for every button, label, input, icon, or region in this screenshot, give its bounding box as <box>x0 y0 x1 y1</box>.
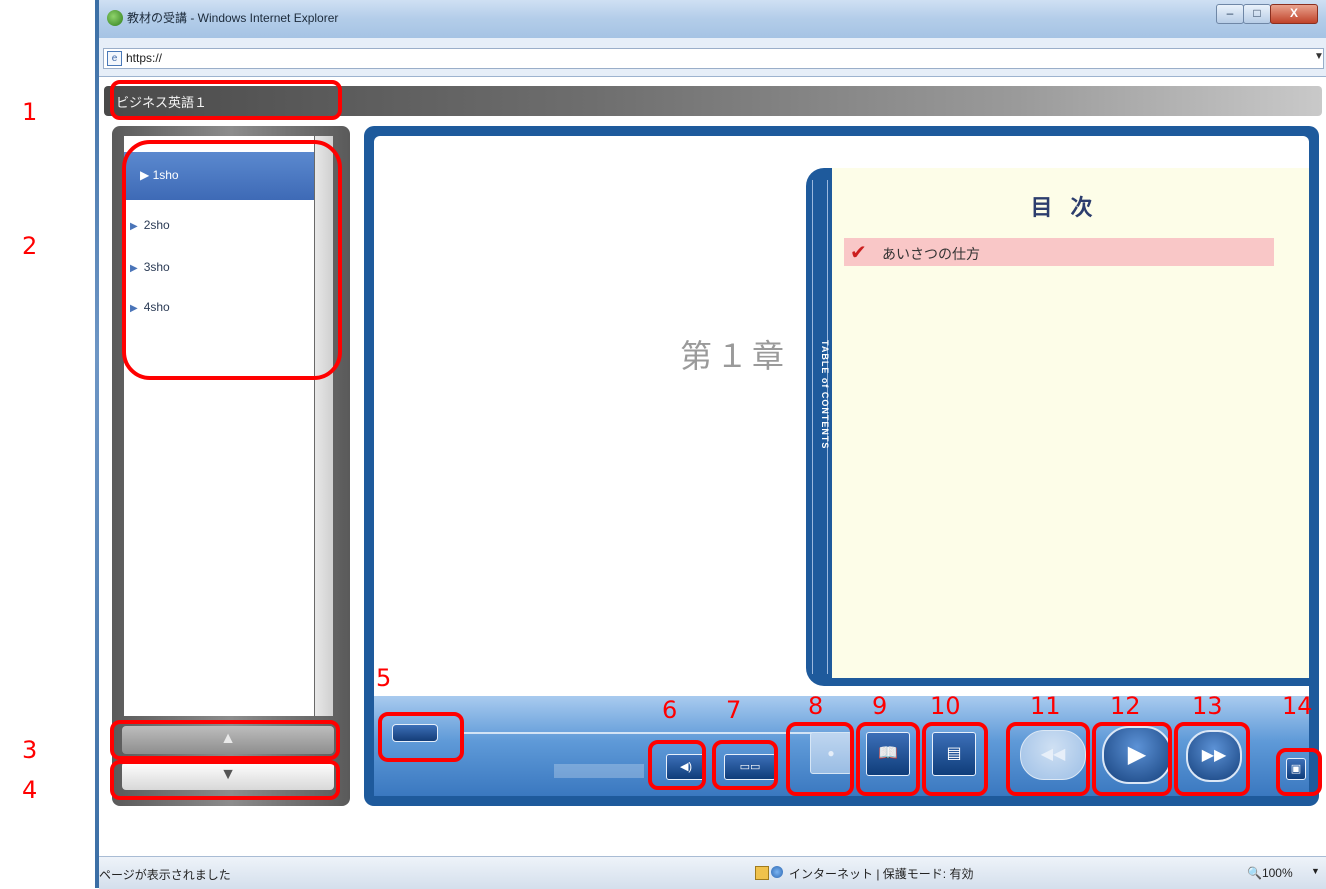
annotation-box-4 <box>110 760 340 800</box>
annotation-label-11: 11 <box>1030 692 1061 720</box>
minimize-button[interactable]: – <box>1216 4 1244 24</box>
annotation-box-3 <box>110 720 340 760</box>
chapter-title: 第１章 <box>680 338 789 374</box>
annotation-label-4: 4 <box>22 776 38 804</box>
zoom-dropdown-icon[interactable]: ▼ <box>1311 866 1320 876</box>
address-dropdown-icon[interactable]: ▼ <box>1314 51 1324 62</box>
window-title: 教材の受講 - Windows Internet Explorer <box>127 11 339 25</box>
annotation-label-7: 7 <box>726 696 742 724</box>
annotation-box-6 <box>648 740 706 790</box>
toc-item-label: あいさつの仕方 <box>882 246 980 262</box>
annotation-box-7 <box>712 740 778 790</box>
address-input[interactable]: e https:// ▼ <box>103 48 1324 69</box>
annotation-label-1: 1 <box>22 98 38 126</box>
annotation-label-13: 13 <box>1192 692 1223 720</box>
close-button[interactable]: X <box>1270 4 1318 24</box>
annotation-box-8 <box>786 722 854 796</box>
volume-track[interactable] <box>554 764 644 778</box>
toc-heading: 目次 <box>1030 195 1111 220</box>
annotation-label-2: 2 <box>22 232 38 260</box>
toc-item[interactable]: ✔ あいさつの仕方 <box>844 238 1274 266</box>
content-player: 第１章 TABLE of CONTENTS 目次 ✔ あいさつの仕方 ◀) ▭▭… <box>364 126 1319 806</box>
toc-spine: TABLE of CONTENTS <box>812 180 830 674</box>
page-icon: e <box>107 51 122 66</box>
annotation-box-11 <box>1006 722 1090 796</box>
status-bar: ページが表示されました インターネット | 保護モード: 有効 🔍100% ▼ <box>99 856 1326 889</box>
annotation-box-2 <box>122 140 342 380</box>
annotation-box-9 <box>856 722 920 796</box>
security-icon <box>755 866 769 880</box>
ie-logo-icon <box>107 10 123 26</box>
annotation-box-5 <box>378 712 464 762</box>
annotation-label-12: 12 <box>1110 692 1141 720</box>
window-titlebar[interactable]: 教材の受講 - Windows Internet Explorer – □ X <box>99 0 1326 38</box>
globe-icon <box>771 866 783 878</box>
annotation-label-3: 3 <box>22 736 38 764</box>
checkmark-icon: ✔ <box>850 242 867 264</box>
slide-stage: 第１章 TABLE of CONTENTS 目次 ✔ あいさつの仕方 <box>374 136 1309 696</box>
annotation-box-1 <box>110 80 342 120</box>
annotation-label-8: 8 <box>808 692 824 720</box>
annotation-box-10 <box>922 722 988 796</box>
toc-page: 目次 ✔ あいさつの仕方 <box>832 168 1309 678</box>
security-zone[interactable]: インターネット | 保護モード: 有効 <box>789 865 973 882</box>
table-of-contents: TABLE of CONTENTS 目次 ✔ あいさつの仕方 <box>806 168 1309 686</box>
annotation-box-14 <box>1276 748 1322 796</box>
annotation-label-6: 6 <box>662 696 678 724</box>
maximize-button[interactable]: □ <box>1243 4 1271 24</box>
annotation-label-10: 10 <box>930 692 961 720</box>
toc-spine-label: TABLE of CONTENTS <box>820 340 830 450</box>
annotation-label-14: 14 <box>1282 692 1313 720</box>
annotation-box-12 <box>1092 722 1172 796</box>
address-url[interactable]: https:// <box>126 51 162 65</box>
annotation-box-13 <box>1174 722 1250 796</box>
window-left-border <box>95 0 99 888</box>
annotation-label-5: 5 <box>376 664 392 692</box>
zoom-level[interactable]: 🔍100% <box>1247 866 1293 880</box>
annotation-label-9: 9 <box>872 692 888 720</box>
address-bar: e https:// ▼ <box>99 38 1326 77</box>
status-text: ページが表示されました <box>99 868 231 882</box>
